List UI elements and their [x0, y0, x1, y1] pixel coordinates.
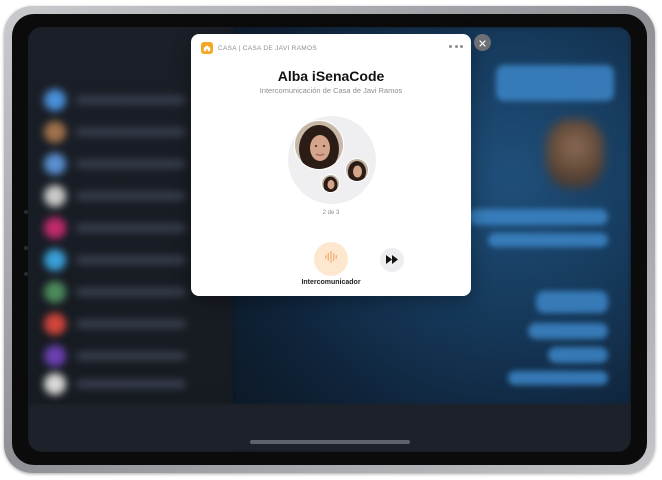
home-indicator[interactable] — [250, 440, 410, 444]
intercom-subtitle: Intercomunicación de Casa de Javi Ramos — [259, 86, 403, 95]
page-indicator: 2 de 3 — [322, 210, 340, 216]
blurred-photo — [546, 119, 604, 189]
fast-forward-icon — [386, 251, 398, 269]
card-header: CASA | CASA DE JAVI RAMOS — [201, 42, 317, 54]
avatar — [321, 174, 340, 193]
waveform-icon — [324, 250, 338, 269]
blurred-bubble — [488, 233, 608, 247]
skip-button[interactable] — [380, 248, 404, 272]
close-button[interactable] — [474, 34, 491, 51]
intercom-button[interactable] — [314, 242, 348, 276]
blurred-bubble — [468, 209, 608, 225]
avatar — [345, 158, 369, 182]
blurred-bubble — [496, 65, 614, 101]
blurred-toolbar — [28, 404, 631, 452]
avatar — [294, 120, 344, 170]
blurred-row — [40, 313, 220, 335]
participants-avatar-group — [288, 116, 376, 204]
more-icon[interactable] — [449, 41, 463, 51]
intercom-label: Intercomunicador — [301, 279, 361, 286]
blurred-bubble — [528, 323, 608, 339]
blurred-row — [40, 373, 220, 395]
blurred-bubble — [536, 291, 608, 313]
blurred-row — [40, 345, 220, 367]
close-icon — [479, 34, 486, 52]
home-icon — [201, 42, 213, 54]
home-name-label: CASA | CASA DE JAVI RAMOS — [218, 44, 318, 52]
blurred-bubble — [548, 347, 608, 363]
intercom-title: Alba iSenaCode — [277, 68, 385, 84]
intercom-card: CASA | CASA DE JAVI RAMOS Alba iSenaCode… — [191, 34, 471, 296]
blurred-bubble — [508, 371, 608, 385]
